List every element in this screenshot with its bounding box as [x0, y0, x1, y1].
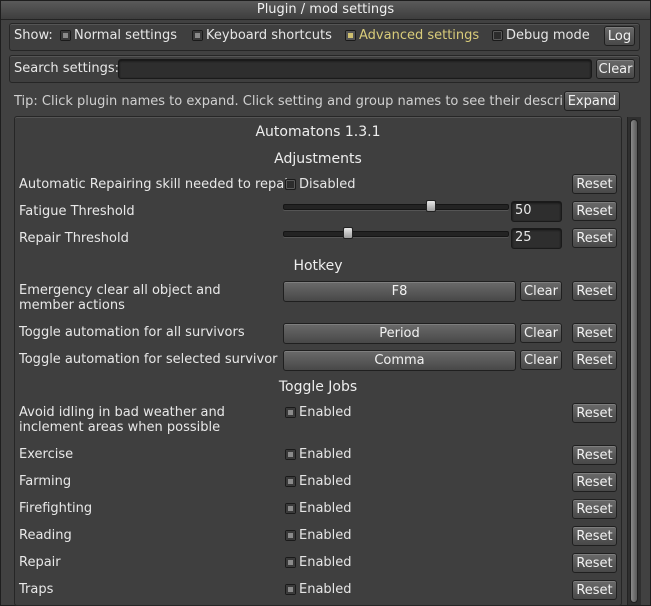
debug-mode-checkbox[interactable]: Debug mode — [492, 28, 590, 43]
toggle-label: Enabled — [299, 555, 352, 570]
show-label: Show: — [14, 28, 53, 43]
reset-button[interactable]: Reset — [572, 323, 617, 343]
toggle-label: Enabled — [299, 405, 352, 420]
setting-label-repair-threshold[interactable]: Repair Threshold — [19, 231, 129, 246]
setting-label-toggle-selected[interactable]: Toggle automation for selected survivor — [19, 352, 278, 367]
tip-text: Tip: Click plugin names to expand. Click… — [14, 94, 608, 109]
reset-button[interactable]: Reset — [572, 499, 617, 519]
setting-label-auto-repair[interactable]: Automatic Repairing skill needed to repa… — [19, 177, 293, 192]
show-filter-bar: Show: Normal settings Keyboard shortcuts… — [9, 23, 640, 51]
firefighting-toggle[interactable]: Enabled — [285, 501, 352, 516]
checkbox-icon — [492, 30, 503, 41]
clear-button[interactable]: Clear — [520, 323, 562, 343]
clear-button[interactable]: Clear — [520, 281, 562, 301]
hotkey-binding-button[interactable]: Period — [283, 323, 516, 344]
search-input[interactable] — [118, 59, 592, 79]
plugin-settings-window: Plugin / mod settings Show: Normal setti… — [0, 0, 651, 606]
group-title-hotkey[interactable]: Hotkey — [15, 258, 621, 274]
checkbox-icon — [192, 30, 203, 41]
setting-label-traps[interactable]: Traps — [19, 582, 53, 597]
normal-settings-label: Normal settings — [74, 28, 178, 43]
reset-button[interactable]: Reset — [572, 201, 617, 221]
group-title-adjustments[interactable]: Adjustments — [15, 151, 621, 167]
toggle-label: Enabled — [299, 501, 352, 516]
repair-toggle[interactable]: Enabled — [285, 555, 352, 570]
fatigue-slider-track[interactable] — [283, 204, 509, 210]
setting-label-farming[interactable]: Farming — [19, 474, 71, 489]
setting-label-reading[interactable]: Reading — [19, 528, 72, 543]
reset-button[interactable]: Reset — [572, 174, 617, 194]
keyboard-shortcuts-checkbox[interactable]: Keyboard shortcuts — [192, 28, 332, 43]
avoid-idling-toggle[interactable]: Enabled — [285, 405, 352, 420]
expand-button[interactable]: Expand — [564, 91, 620, 111]
checkbox-icon — [285, 503, 296, 514]
exercise-toggle[interactable]: Enabled — [285, 447, 352, 462]
repair-slider-handle[interactable] — [343, 227, 353, 239]
window-title: Plugin / mod settings — [1, 1, 650, 20]
search-bar: Search settings: Clear — [9, 55, 640, 83]
reset-button[interactable]: Reset — [572, 580, 617, 600]
reset-button[interactable]: Reset — [572, 472, 617, 492]
toggle-label: Enabled — [299, 474, 352, 489]
reset-button[interactable]: Reset — [572, 403, 617, 423]
fatigue-value-input[interactable]: 50 — [511, 201, 562, 222]
setting-label-emergency-clear[interactable]: Emergency clear all object and member ac… — [19, 283, 274, 313]
setting-label-toggle-all[interactable]: Toggle automation for all survivors — [19, 325, 245, 340]
settings-scrollbar[interactable] — [627, 117, 641, 605]
debug-mode-label: Debug mode — [506, 28, 590, 43]
setting-label-firefighting[interactable]: Firefighting — [19, 501, 92, 516]
scrollbar-thumb[interactable] — [630, 119, 638, 603]
setting-label-avoid-idling[interactable]: Avoid idling in bad weather and inclemen… — [19, 405, 274, 435]
reset-button[interactable]: Reset — [572, 445, 617, 465]
toggle-label: Enabled — [299, 447, 352, 462]
repair-slider-track[interactable] — [283, 231, 509, 237]
hotkey-binding-button[interactable]: F8 — [283, 281, 516, 302]
clear-button[interactable]: Clear — [520, 350, 562, 370]
toggle-label: Enabled — [299, 582, 352, 597]
reset-button[interactable]: Reset — [572, 553, 617, 573]
checkbox-icon — [285, 530, 296, 541]
setting-label-exercise[interactable]: Exercise — [19, 447, 73, 462]
checkbox-icon — [60, 30, 71, 41]
keyboard-shortcuts-label: Keyboard shortcuts — [206, 28, 332, 43]
checkbox-icon — [285, 179, 296, 190]
checkbox-icon — [285, 407, 296, 418]
reading-toggle[interactable]: Enabled — [285, 528, 352, 543]
auto-repair-toggle[interactable]: Disabled — [285, 177, 355, 192]
reset-button[interactable]: Reset — [572, 228, 617, 248]
advanced-settings-label: Advanced settings — [359, 28, 480, 43]
search-clear-button[interactable]: Clear — [596, 59, 635, 79]
hotkey-binding-button[interactable]: Comma — [283, 350, 516, 371]
plugin-title[interactable]: Automatons 1.3.1 — [15, 124, 621, 140]
repair-value-input[interactable]: 25 — [511, 228, 562, 249]
advanced-settings-checkbox[interactable]: Advanced settings — [345, 28, 479, 43]
fatigue-slider-handle[interactable] — [426, 200, 436, 212]
reset-button[interactable]: Reset — [572, 350, 617, 370]
farming-toggle[interactable]: Enabled — [285, 474, 352, 489]
checkbox-icon — [285, 476, 296, 487]
checkbox-icon — [285, 557, 296, 568]
checkbox-icon — [345, 30, 356, 41]
normal-settings-checkbox[interactable]: Normal settings — [60, 28, 177, 43]
toggle-label: Enabled — [299, 528, 352, 543]
checkbox-icon — [285, 449, 296, 460]
reset-button[interactable]: Reset — [572, 281, 617, 301]
search-label: Search settings: — [14, 61, 120, 76]
reset-button[interactable]: Reset — [572, 526, 617, 546]
traps-toggle[interactable]: Enabled — [285, 582, 352, 597]
log-button[interactable]: Log — [604, 26, 635, 46]
setting-label-repair[interactable]: Repair — [19, 555, 61, 570]
plugin-panel: Automatons 1.3.1 Adjustments Automatic R… — [14, 116, 622, 606]
checkbox-icon — [285, 584, 296, 595]
group-title-toggle-jobs[interactable]: Toggle Jobs — [15, 379, 621, 395]
auto-repair-toggle-label: Disabled — [299, 177, 356, 192]
setting-label-fatigue[interactable]: Fatigue Threshold — [19, 204, 135, 219]
